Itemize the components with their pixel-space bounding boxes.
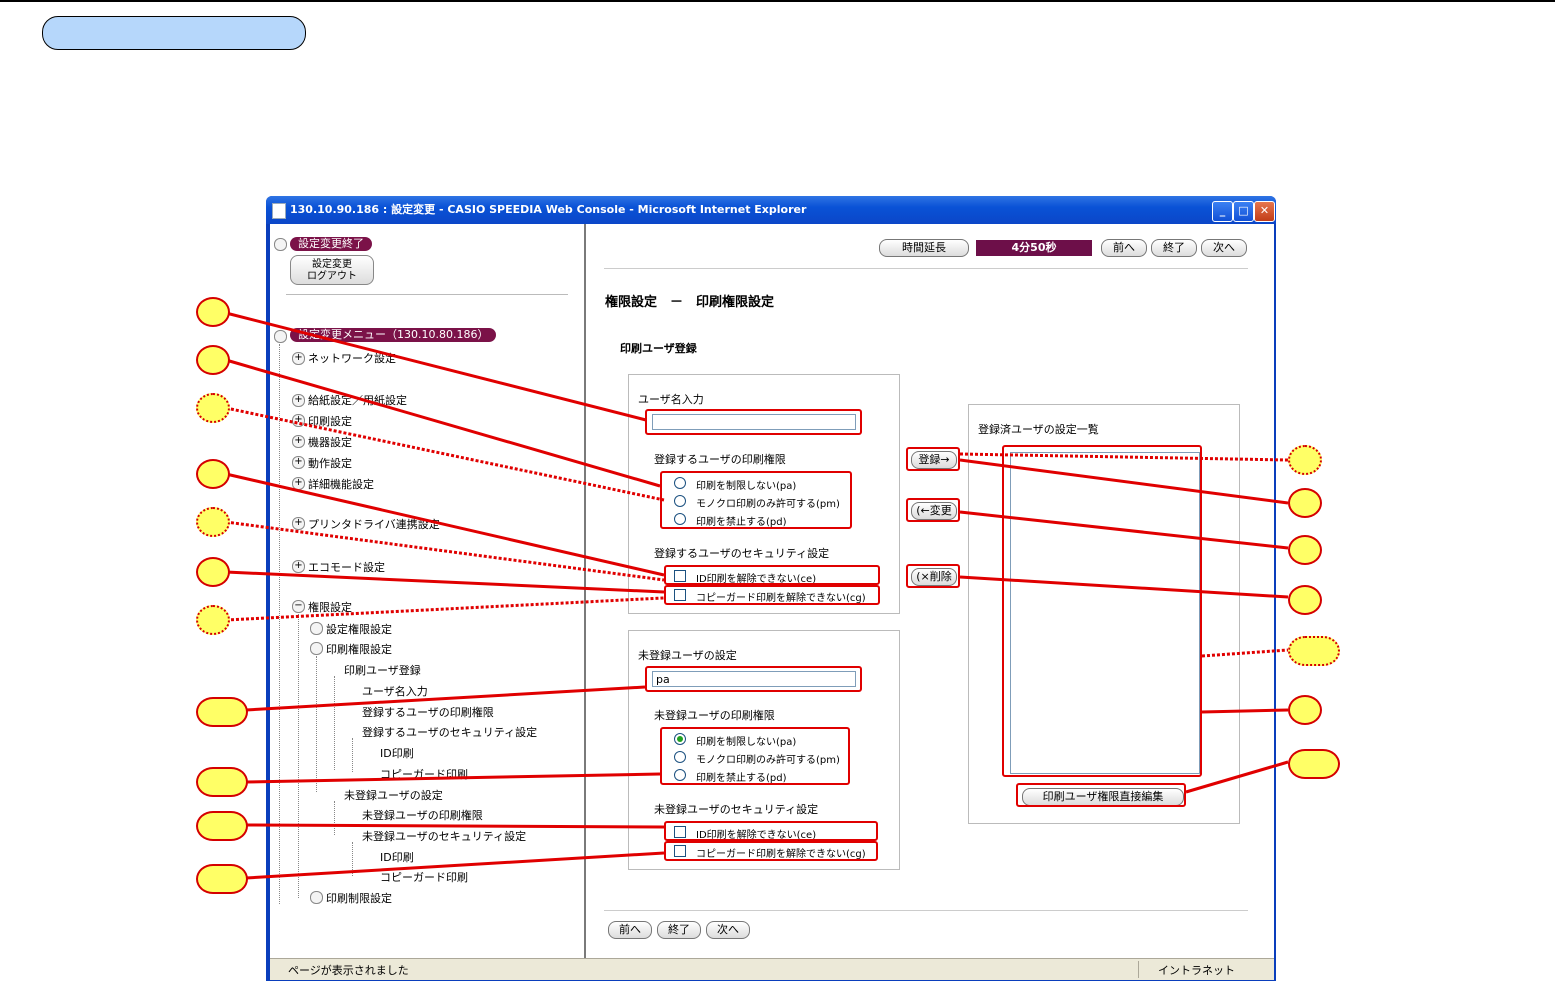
callout-marker: [196, 605, 230, 635]
callout-marker: [196, 557, 230, 587]
leader-line: [225, 472, 665, 577]
callout-marker: [1288, 585, 1322, 615]
leader-line: [1185, 760, 1289, 794]
callout-marker: [196, 864, 248, 894]
leader-line-dotted: [225, 596, 665, 622]
callout-marker: [196, 297, 230, 327]
leader-line: [245, 685, 646, 712]
leader-line: [959, 510, 1289, 550]
callout-marker: [1288, 636, 1340, 666]
callout-marker: [196, 767, 248, 797]
callout-marker: [196, 507, 230, 537]
leader-line: [225, 311, 647, 422]
leader-line-dotted: [225, 520, 665, 582]
leader-line-dotted: [1201, 648, 1289, 658]
callout-marker: [1288, 749, 1340, 779]
leader-line: [959, 458, 1289, 505]
callout-marker: [196, 811, 248, 841]
leader-line: [959, 575, 1289, 599]
leader-line: [225, 570, 665, 594]
leader-line: [1201, 708, 1289, 714]
leader-line: [245, 823, 665, 829]
callout-marker: [1288, 445, 1322, 475]
leader-line: [245, 851, 665, 880]
leader-line-dotted: [959, 452, 1289, 462]
callout-marker: [196, 697, 248, 727]
callout-marker: [196, 393, 230, 423]
callout-marker: [1288, 535, 1322, 565]
callout-marker: [196, 459, 230, 489]
leader-line-dotted: [225, 406, 665, 502]
callout-marker: [1288, 488, 1322, 518]
callout-marker: [196, 345, 230, 375]
callout-marker: [1288, 695, 1322, 725]
leader-line: [245, 772, 661, 784]
